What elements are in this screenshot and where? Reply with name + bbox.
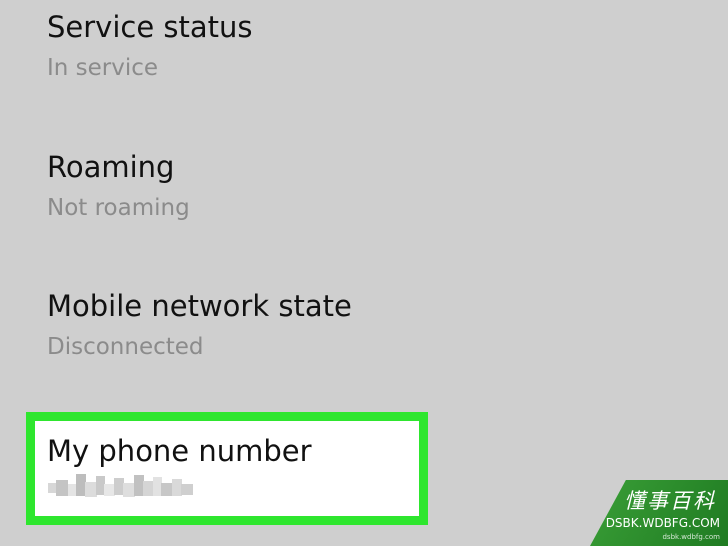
watermark-url: DSBK.WDBFG.COM	[605, 516, 720, 530]
phone-status-list: Service status In service Roaming Not ro…	[0, 0, 728, 546]
service-status-item: Service status In service	[47, 10, 253, 82]
redacted-phone-number	[48, 474, 193, 497]
mobile-network-state-item: Mobile network state Disconnected	[47, 289, 352, 361]
watermark-small-url: dsbk.wdbfg.com	[662, 533, 720, 541]
roaming-item: Roaming Not roaming	[47, 150, 190, 222]
my-phone-number-item[interactable]: My phone number	[26, 412, 428, 525]
mobile-network-state-value: Disconnected	[47, 334, 204, 360]
roaming-value: Not roaming	[47, 195, 190, 221]
service-status-title: Service status	[47, 10, 253, 44]
roaming-title: Roaming	[47, 150, 175, 184]
mobile-network-state-title: Mobile network state	[47, 289, 352, 323]
watermark-title: 懂事百科	[624, 489, 716, 513]
my-phone-number-title: My phone number	[47, 434, 312, 468]
service-status-value: In service	[47, 55, 159, 81]
